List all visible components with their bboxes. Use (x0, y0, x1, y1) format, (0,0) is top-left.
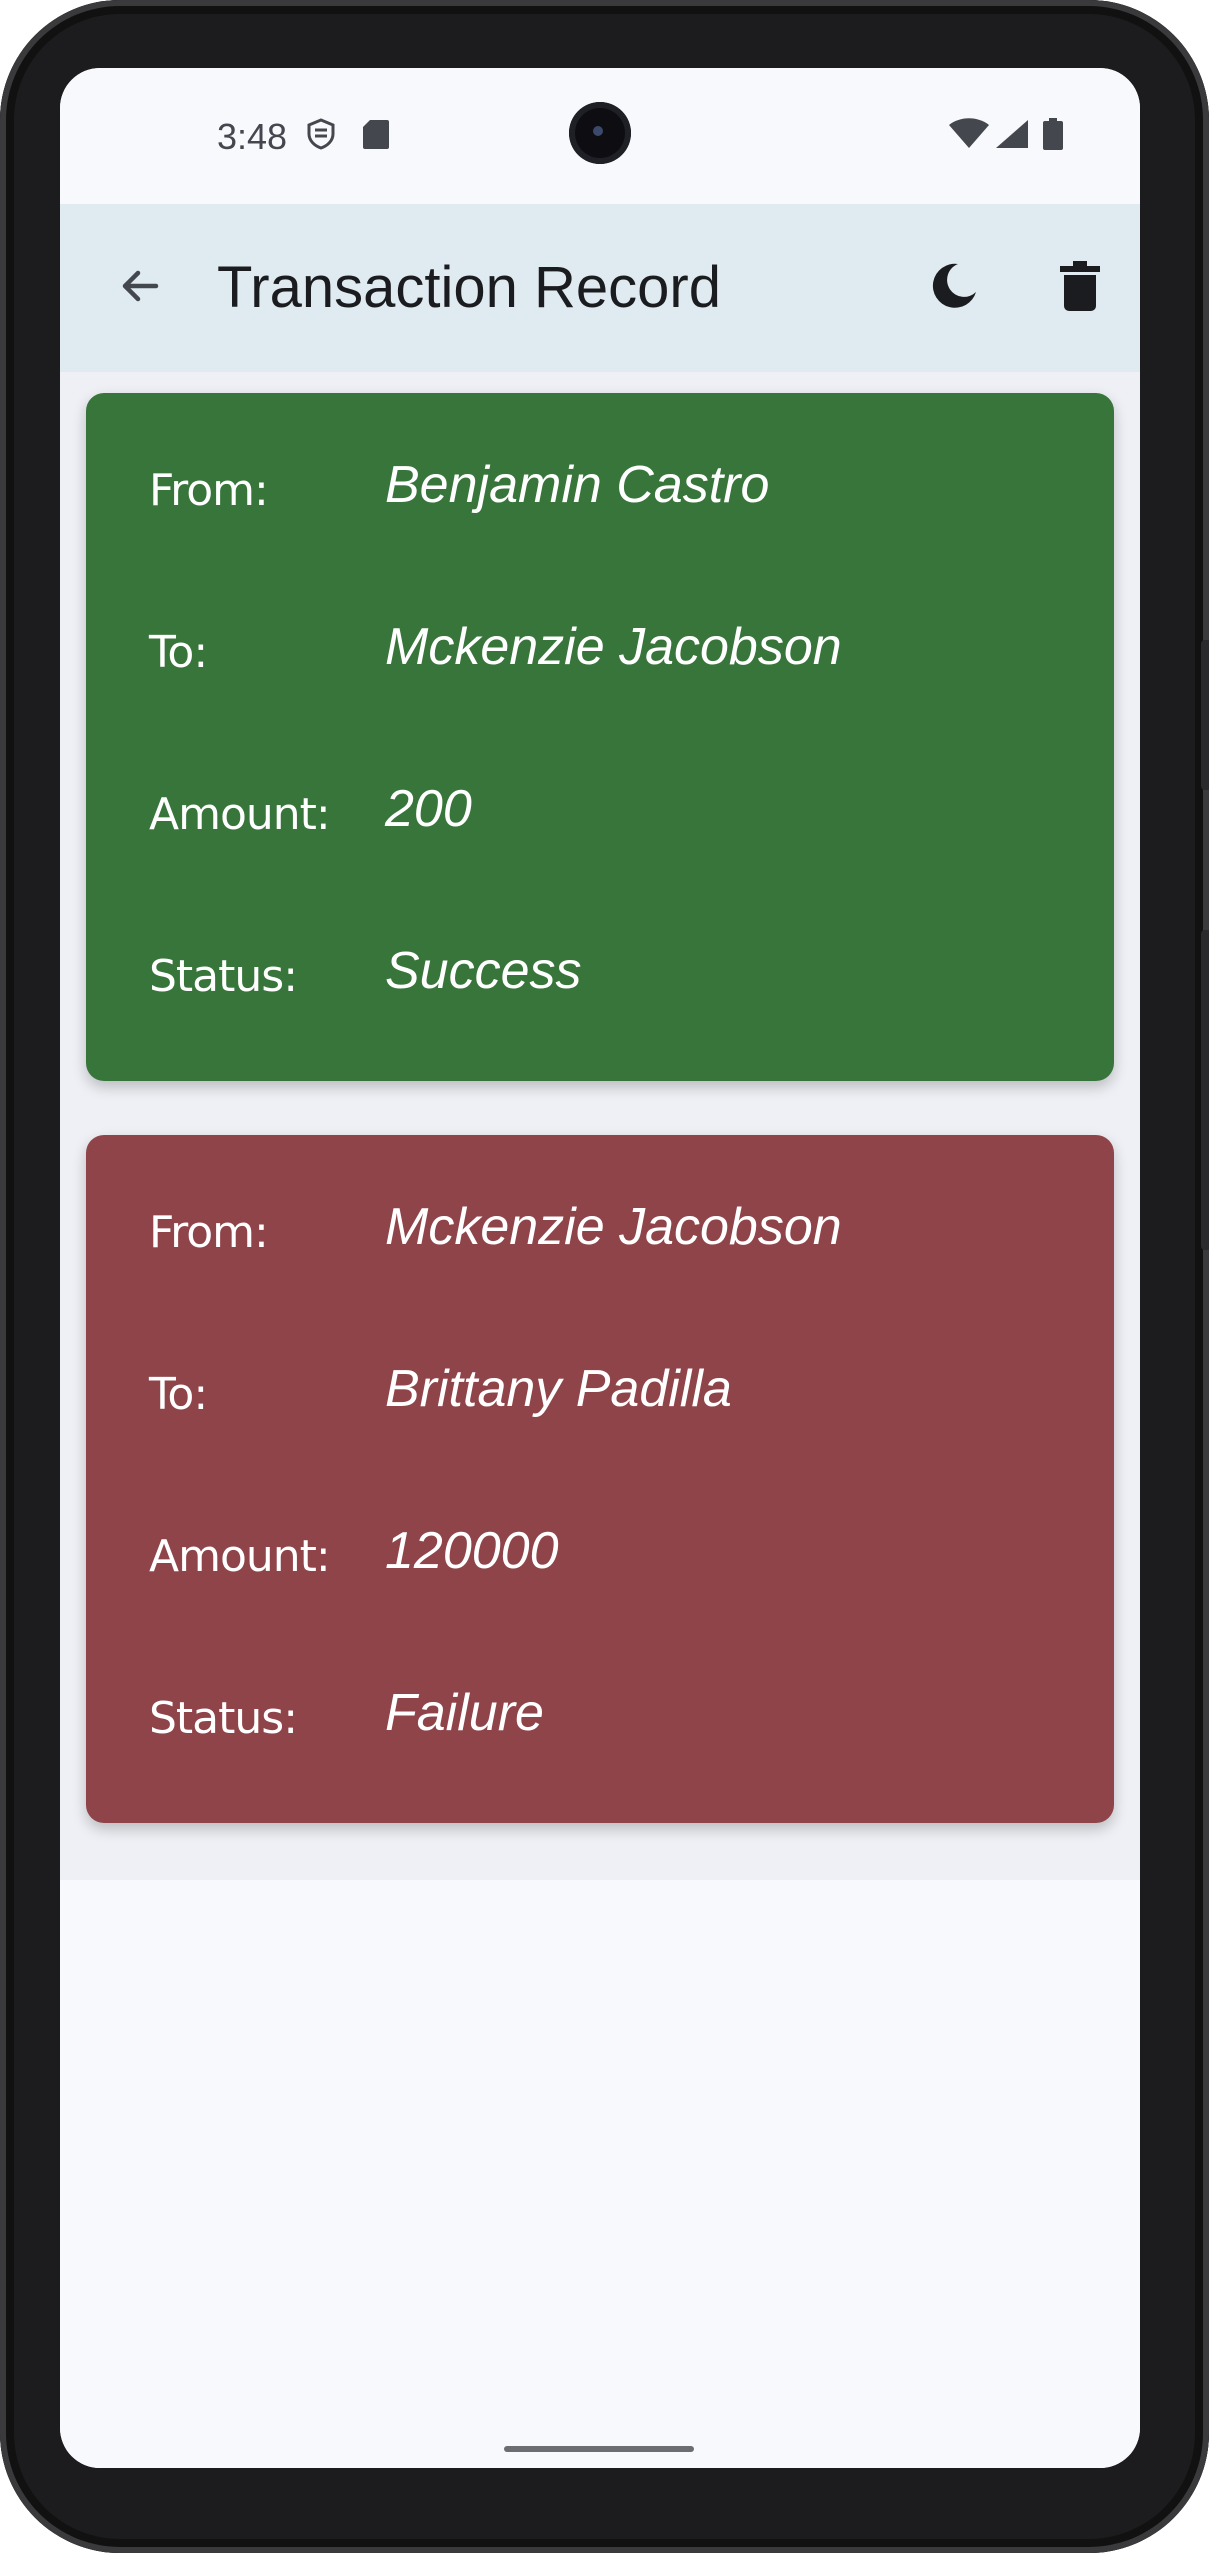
from-label: From: (149, 465, 269, 516)
transaction-card[interactable]: From: Mckenzie Jacobson To: Brittany Pad… (86, 1135, 1114, 1823)
theme-toggle-button[interactable] (914, 248, 994, 328)
to-row: To: Mckenzie Jacobson (149, 603, 1089, 703)
front-camera (569, 102, 631, 164)
amount-value: 200 (385, 780, 472, 838)
amount-row: Amount: 200 (149, 765, 1089, 865)
moon-icon (928, 260, 980, 317)
battery-icon (1042, 118, 1064, 150)
trash-icon (1060, 260, 1100, 316)
to-row: To: Brittany Padilla (149, 1345, 1089, 1445)
status-value: Success (385, 942, 582, 1000)
to-value: Mckenzie Jacobson (385, 618, 842, 676)
home-indicator[interactable] (504, 2446, 694, 2452)
screen: 3:48 Transaction Record From: Benjamin C… (60, 68, 1140, 2468)
to-label: To: (149, 1369, 208, 1420)
amount-label: Amount: (149, 789, 331, 840)
status-time: 3:48 (217, 116, 288, 157)
status-row: Status: Success (149, 927, 1089, 1027)
power-button (1201, 930, 1209, 1250)
status-row: Status: Failure (149, 1669, 1089, 1769)
to-label: To: (149, 627, 208, 678)
page-title: Transaction Record (217, 255, 721, 320)
empty-area (60, 1880, 1140, 2468)
shield-icon (306, 118, 336, 150)
from-label: From: (149, 1207, 269, 1258)
sd-card-icon (362, 118, 392, 150)
arrow-back-icon (116, 262, 164, 315)
signal-icon (994, 118, 1030, 150)
back-button[interactable] (100, 248, 180, 328)
phone-frame: 3:48 Transaction Record From: Benjamin C… (0, 0, 1209, 2553)
from-value: Mckenzie Jacobson (385, 1198, 842, 1256)
from-value: Benjamin Castro (385, 456, 770, 514)
status-value: Failure (385, 1684, 544, 1742)
amount-label: Amount: (149, 1531, 331, 1582)
transaction-list: From: Benjamin Castro To: Mckenzie Jacob… (60, 372, 1140, 1880)
status-label: Status: (149, 1693, 298, 1744)
from-row: From: Benjamin Castro (149, 441, 1089, 541)
amount-row: Amount: 120000 (149, 1507, 1089, 1607)
status-label: Status: (149, 951, 298, 1002)
amount-value: 120000 (385, 1522, 559, 1580)
status-bar: 3:48 (60, 68, 1140, 204)
to-value: Brittany Padilla (385, 1360, 732, 1418)
volume-button (1201, 640, 1209, 790)
wifi-icon (948, 118, 990, 150)
from-row: From: Mckenzie Jacobson (149, 1183, 1089, 1283)
top-app-bar: Transaction Record (60, 204, 1140, 372)
transaction-card[interactable]: From: Benjamin Castro To: Mckenzie Jacob… (86, 393, 1114, 1081)
delete-button[interactable] (1040, 248, 1120, 328)
